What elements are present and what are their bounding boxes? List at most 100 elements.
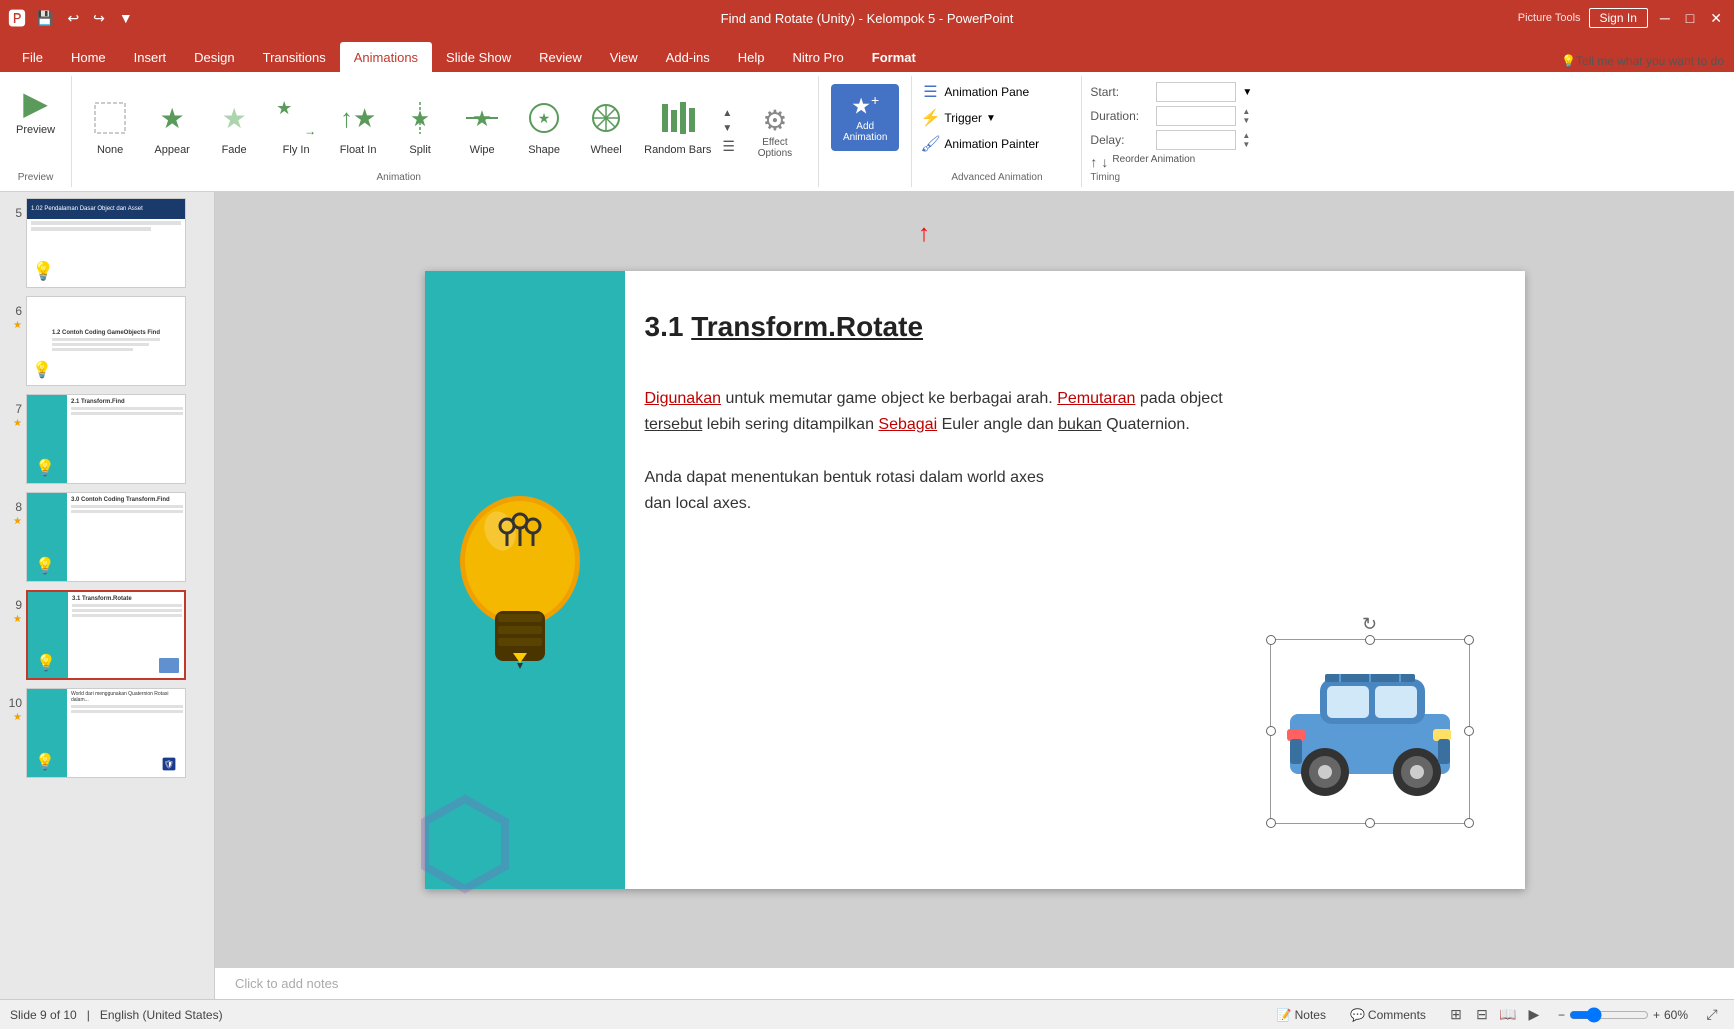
slide-title-underline: Transform.Rotate (691, 311, 923, 342)
tab-slideshow[interactable]: Slide Show (432, 42, 525, 72)
slide-thumbnail[interactable]: 3.1 Transform.Rotate 💡 (26, 590, 186, 680)
slide-paragraph-2: Anda dapat menentukan bentuk rotasi dala… (645, 465, 1275, 518)
duration-input[interactable] (1156, 106, 1236, 126)
handle-top-left[interactable] (1266, 635, 1276, 645)
fit-window-button[interactable]: ⤢ (1700, 1005, 1724, 1025)
delay-down-button[interactable]: ▼ (1242, 140, 1250, 149)
handle-mid-right[interactable] (1464, 726, 1474, 736)
tab-format[interactable]: Format (858, 42, 930, 72)
tab-addins[interactable]: Add-ins (652, 42, 724, 72)
normal-view-button[interactable]: ⊞ (1444, 1005, 1468, 1025)
zoom-slider[interactable] (1569, 1007, 1649, 1023)
slide-thumbnail[interactable]: 1.02 Pendalaman Dasar Object dan Asset 💡 (26, 198, 186, 288)
handle-bot-left[interactable] (1266, 818, 1276, 828)
tab-home[interactable]: Home (57, 42, 120, 72)
scroll-up-button[interactable]: ▲ (719, 107, 738, 120)
notes-area[interactable]: Click to add notes (215, 967, 1734, 999)
tab-design[interactable]: Design (180, 42, 248, 72)
anim-wipe-button[interactable]: ★ Wipe (452, 90, 512, 160)
tab-review[interactable]: Review (525, 42, 596, 72)
slide-item[interactable]: 10 ★ World dari menggunakan Quaternion R… (4, 686, 210, 780)
close-icon[interactable]: ✕ (1706, 8, 1726, 29)
slide-thumbnail[interactable]: World dari menggunakan Quaternion Rotasi… (26, 688, 186, 778)
notes-button[interactable]: 📝 Notes (1271, 1006, 1332, 1024)
animation-pane-button[interactable]: ☰ Animation Pane (920, 80, 1029, 104)
thumb-shield-icon: 🛡 (158, 756, 180, 772)
tell-me-search[interactable]: 💡 Tell me what you want to do (1551, 50, 1734, 72)
handle-mid-left[interactable] (1266, 726, 1276, 736)
slide-item[interactable]: 8 ★ 3.0 Contoh Coding Transform.Find 💡 (4, 490, 210, 584)
anim-appear-button[interactable]: ★ Appear (142, 90, 202, 160)
slide-item-active[interactable]: 9 ★ 3.1 Transform.Rotate 💡 (4, 588, 210, 682)
anim-fade-button[interactable]: ★ Fade (204, 90, 264, 160)
canvas-scroll: 3.1 Transform.Rotate Digunakan untuk mem… (215, 192, 1734, 967)
anim-split-button[interactable]: ★ Split (390, 90, 450, 160)
slide-thumbnail[interactable]: 3.0 Contoh Coding Transform.Find 💡 (26, 492, 186, 582)
slide-thumbnail[interactable]: 1.2 Contoh Coding GameObjects Find 💡 (26, 296, 186, 386)
start-input[interactable] (1156, 82, 1236, 102)
window-title: Find and Rotate (Unity) - Kelompok 5 - P… (721, 11, 1014, 26)
quick-customize-icon[interactable]: ▼ (115, 8, 137, 28)
anim-flyin-button[interactable]: ★ → Fly In (266, 90, 326, 160)
tab-view[interactable]: View (596, 42, 652, 72)
thumb-text-content: 3.0 Contoh Coding Transform.Find (71, 497, 183, 515)
duration-up-button[interactable]: ▲ (1242, 107, 1250, 116)
anim-wheel-button[interactable]: Wheel (576, 90, 636, 160)
zoom-out-button[interactable]: − (1558, 1008, 1565, 1022)
tab-nitropro[interactable]: Nitro Pro (779, 42, 858, 72)
comments-button[interactable]: 💬 Comments (1344, 1006, 1432, 1024)
duration-down-button[interactable]: ▼ (1242, 116, 1250, 125)
tab-insert[interactable]: Insert (120, 42, 181, 72)
notes-icon: 📝 (1277, 1008, 1292, 1022)
slide-sorter-button[interactable]: ⊟ (1470, 1005, 1494, 1025)
maximize-icon[interactable]: □ (1682, 8, 1698, 28)
title-bar-left: 🅿 💾 ↩ ↪ ▼ (8, 5, 137, 31)
anim-randombars-button[interactable]: Random Bars (638, 90, 717, 160)
handle-top-mid[interactable] (1365, 635, 1375, 645)
scroll-down-button[interactable]: ▼ (719, 122, 738, 135)
delay-up-button[interactable]: ▲ (1242, 131, 1250, 140)
tab-help[interactable]: Help (724, 42, 779, 72)
reading-view-button[interactable]: 📖 (1496, 1005, 1520, 1025)
scroll-more-button[interactable]: ☰ (719, 137, 738, 156)
reorder-up-icon[interactable]: ↑ (1090, 154, 1097, 170)
tab-animations[interactable]: Animations (340, 42, 432, 72)
tab-transitions[interactable]: Transitions (249, 42, 340, 72)
anim-flyin-label: Fly In (283, 144, 310, 156)
thumb-car-icon (159, 658, 179, 673)
slide-thumbnail[interactable]: 2.1 Transform.Find 💡 (26, 394, 186, 484)
start-dropdown-icon[interactable]: ▼ (1242, 87, 1252, 98)
preview-button[interactable]: ▶ Preview (8, 80, 63, 140)
animation-painter-button[interactable]: 🖌 Animation Painter (920, 132, 1039, 156)
reorder-down-icon[interactable]: ↓ (1101, 154, 1108, 170)
rotate-handle[interactable]: ↻ (1362, 614, 1377, 635)
slide-item[interactable]: 6 ★ 1.2 Contoh Coding GameObjects Find 💡 (4, 294, 210, 388)
anim-floatin-button[interactable]: ↑★ Float In (328, 90, 388, 160)
slideshow-button[interactable]: ▶ (1522, 1005, 1546, 1025)
handle-top-right[interactable] (1464, 635, 1474, 645)
zoom-in-button[interactable]: + (1653, 1008, 1660, 1022)
timing-group-label: Timing (1090, 170, 1274, 183)
trigger-button[interactable]: ⚡ Trigger ▼ (920, 106, 995, 130)
add-animation-button[interactable]: ★+ AddAnimation (831, 84, 899, 151)
thumb-bulb-icon: 💡 (36, 653, 56, 673)
slide-info: Slide 9 of 10 (10, 1008, 77, 1022)
effect-options-button[interactable]: ⚙ EffectOptions (740, 98, 810, 165)
delay-input[interactable] (1156, 130, 1236, 150)
car-container[interactable]: ↻ (1275, 644, 1465, 819)
tab-file[interactable]: File (8, 42, 57, 72)
anim-shape-button[interactable]: ★ Shape (514, 90, 574, 160)
handle-bot-right[interactable] (1464, 818, 1474, 828)
quick-save-icon[interactable]: 💾 (32, 8, 57, 29)
handle-bot-mid[interactable] (1365, 818, 1375, 828)
minimize-icon[interactable]: ─ (1656, 8, 1674, 28)
slide-item[interactable]: 7 ★ 2.1 Transform.Find 💡 (4, 392, 210, 486)
advanced-animation-group-label: Advanced Animation (951, 170, 1042, 183)
slide-item[interactable]: 5 1.02 Pendalaman Dasar Object dan Asset… (4, 196, 210, 290)
anim-none-button[interactable]: None (80, 90, 140, 160)
duration-label: Duration: (1090, 109, 1150, 123)
quick-redo-icon[interactable]: ↪ (89, 8, 109, 29)
sign-in-button[interactable]: Sign In (1589, 8, 1648, 28)
quick-undo-icon[interactable]: ↩ (63, 8, 83, 29)
thumb-bulb-icon: 💡 (32, 261, 54, 282)
